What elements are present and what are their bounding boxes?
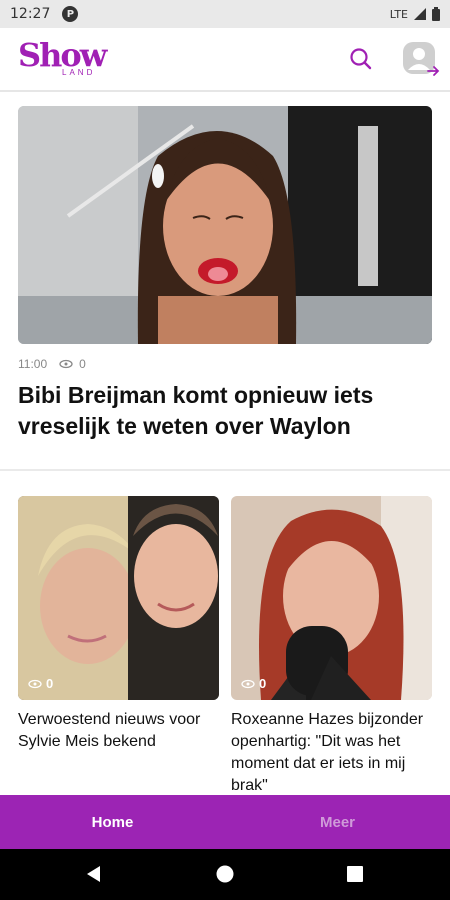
article-card-title[interactable]: Roxeanne Hazes bijzonder openhartig: "Di… xyxy=(231,709,432,797)
eye-icon xyxy=(28,679,42,688)
article-card-image[interactable]: 0 xyxy=(231,496,432,700)
home-icon[interactable] xyxy=(216,865,234,883)
hero-meta: 11:00 0 xyxy=(18,357,86,371)
p-badge-icon: P xyxy=(62,6,79,22)
network-label: LTE xyxy=(389,7,408,21)
eye-icon xyxy=(59,359,73,369)
battery-icon xyxy=(432,7,440,21)
card-views: 0 xyxy=(28,676,53,691)
hero-headline[interactable]: Bibi Breijman komt opnieuw iets vreselij… xyxy=(18,380,432,442)
bottom-navigation: Home Meer xyxy=(0,795,450,849)
signal-icon xyxy=(414,8,426,20)
article-card[interactable]: 0 Roxeanne Hazes bijzonder openhartig: "… xyxy=(231,496,432,797)
tab-home[interactable]: Home xyxy=(0,795,225,849)
card-views: 0 xyxy=(241,676,266,691)
logo-subtext: LAND xyxy=(62,68,96,77)
hero-views: 0 xyxy=(79,357,86,371)
status-bar: 12:27 P LTE xyxy=(0,0,450,28)
back-icon[interactable] xyxy=(85,865,103,883)
status-icons: LTE xyxy=(390,7,440,21)
article-card-image[interactable]: 0 xyxy=(18,496,219,700)
article-card[interactable]: 0 Verwoestend nieuws voor Sylvie Meis be… xyxy=(18,496,219,753)
system-navigation-bar xyxy=(0,849,450,900)
app-bar: Show LAND xyxy=(0,28,450,92)
article-card-title[interactable]: Verwoestend nieuws voor Sylvie Meis beke… xyxy=(18,709,219,753)
showland-logo[interactable]: Show LAND xyxy=(18,36,118,82)
status-time: 12:27 xyxy=(10,6,51,22)
eye-icon xyxy=(241,679,255,688)
recents-icon[interactable] xyxy=(347,866,363,882)
tab-more[interactable]: Meer xyxy=(225,795,450,849)
section-divider xyxy=(0,469,450,471)
account-login-icon[interactable] xyxy=(400,38,440,78)
card-views-count: 0 xyxy=(259,676,267,691)
hero-article-image[interactable] xyxy=(18,106,432,344)
hero-time: 11:00 xyxy=(18,357,48,371)
search-icon[interactable] xyxy=(346,44,376,74)
card-views-count: 0 xyxy=(46,676,54,691)
